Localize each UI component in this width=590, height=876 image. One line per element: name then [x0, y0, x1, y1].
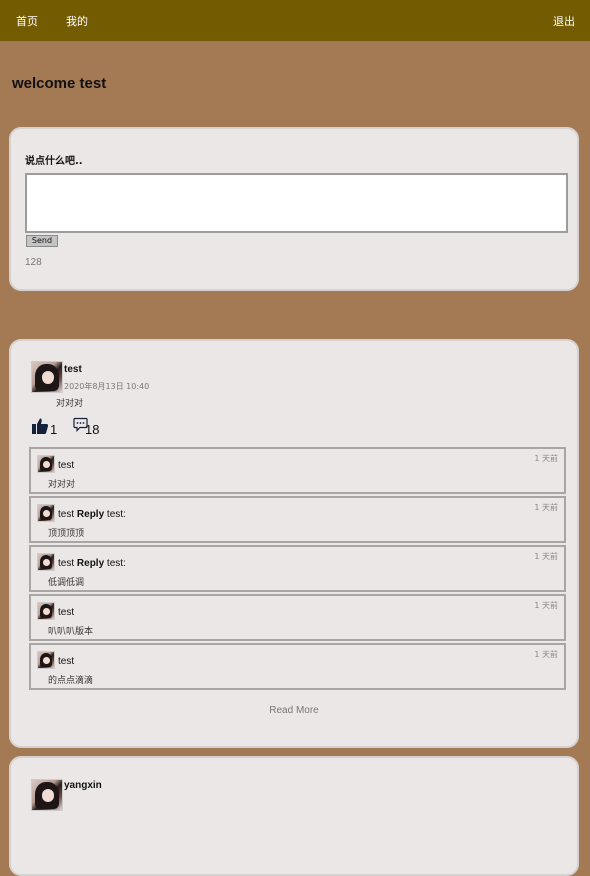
comment-header: test: [58, 460, 74, 471]
like-count: 1: [50, 422, 58, 437]
comment-text: 低调低调: [48, 578, 85, 588]
author-avatar[interactable]: [31, 779, 63, 811]
comment-item: test 叭叭叭版本 1 天前: [29, 594, 566, 641]
nav-logout-link[interactable]: 退出: [553, 13, 575, 29]
comment-item: test Reply test: 低调低调 1 天前: [29, 545, 566, 592]
reply-target[interactable]: test:: [107, 509, 126, 520]
compose-prompt: 说点什么吧..: [25, 156, 83, 167]
comment-text: 的点点滴滴: [48, 676, 94, 686]
compose-card: 说点什么吧.. Send 128: [9, 127, 579, 291]
post-actions: 1 18: [31, 417, 231, 437]
comment-avatar[interactable]: [37, 455, 55, 473]
comment-author[interactable]: test: [58, 558, 74, 569]
thumbs-up-icon[interactable]: [31, 417, 49, 435]
comment-text: 顶顶顶顶: [48, 529, 85, 539]
comment-time: 1 天前: [534, 601, 558, 610]
comment-header: test Reply test:: [58, 558, 126, 569]
comment-time: 1 天前: [534, 454, 558, 463]
comment-item: test Reply test: 顶顶顶顶 1 天前: [29, 496, 566, 543]
comment-avatar[interactable]: [37, 651, 55, 669]
comment-header: test: [58, 607, 74, 618]
comment-avatar[interactable]: [37, 504, 55, 522]
comment-time: 1 天前: [534, 552, 558, 561]
comment-item: test 的点点滴滴 1 天前: [29, 643, 566, 690]
post-card: test 2020年8月13日 10:40 对对对 1 18 test 对对对 …: [9, 339, 579, 748]
nav-home-link[interactable]: 首页: [16, 13, 38, 29]
post-card: yangxin: [9, 756, 579, 876]
comment-time: 1 天前: [534, 503, 558, 512]
comment-avatar[interactable]: [37, 602, 55, 620]
comment-time: 1 天前: [534, 650, 558, 659]
reply-target[interactable]: test:: [107, 558, 126, 569]
comment-text: 对对对: [48, 480, 76, 490]
comment-header: test: [58, 656, 74, 667]
comment-header: test Reply test:: [58, 509, 126, 520]
post-content: 对对对: [56, 399, 84, 409]
post-author-name[interactable]: yangxin: [64, 780, 102, 791]
compose-textarea[interactable]: [25, 173, 568, 233]
nav-mine-link[interactable]: 我的: [66, 13, 88, 29]
comment-text: 叭叭叭版本: [48, 627, 94, 637]
author-avatar[interactable]: [31, 361, 63, 393]
post-author-name[interactable]: test: [64, 364, 82, 375]
send-button[interactable]: Send: [26, 235, 58, 247]
comment-author[interactable]: test: [58, 509, 74, 520]
comment-avatar[interactable]: [37, 553, 55, 571]
reply-label: Reply: [76, 509, 105, 520]
post-timestamp: 2020年8月13日 10:40: [64, 382, 150, 391]
read-more-link[interactable]: Read More: [11, 705, 577, 716]
comment-author[interactable]: test: [58, 607, 74, 618]
reply-label: Reply: [76, 558, 105, 569]
welcome-heading: welcome test: [12, 75, 107, 92]
comment-author[interactable]: test: [58, 460, 74, 471]
top-nav-bar: 首页 我的 退出: [0, 0, 590, 41]
comment-item: test 对对对 1 天前: [29, 447, 566, 494]
comment-count: 18: [85, 422, 100, 437]
char-counter: 128: [25, 257, 42, 268]
comment-author[interactable]: test: [58, 656, 74, 667]
